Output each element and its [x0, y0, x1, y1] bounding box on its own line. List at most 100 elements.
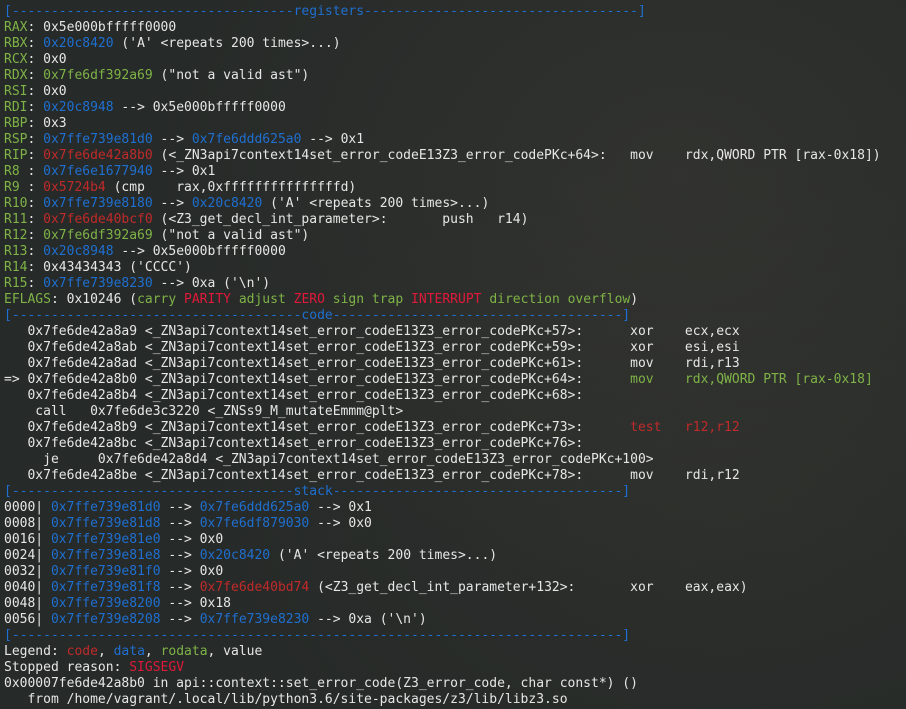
- stack-entry-text: -->: [160, 500, 200, 515]
- register-value-text: ("not a valid ast"): [152, 68, 310, 83]
- stack-entry-text: --> 0x0: [309, 516, 372, 531]
- legend-item: rodata: [160, 644, 208, 659]
- register-name: RCX: [4, 52, 28, 67]
- eflags-name: EFLAGS: [4, 292, 51, 307]
- register-colon: :: [27, 132, 44, 147]
- register-value-address: 0x7fe6e1677940: [43, 164, 153, 179]
- register-row: R11: 0x7fe6de40bcf0 (<Z3_get_decl_int_pa…: [4, 212, 881, 228]
- stack-entry-text: (<Z3_get_decl_int_parameter+132>: xor ea…: [309, 580, 748, 595]
- register-row: RCX: 0x0: [4, 52, 881, 68]
- stack-entry-address: 0x7ffe739e81f0: [50, 564, 161, 579]
- register-colon: :: [27, 148, 44, 163]
- stack-row: 0016| 0x7ffe739e81e0 --> 0x0: [4, 532, 881, 548]
- code-line: 0x7fe6de42a8b4 <_ZN3api7context14set_err…: [4, 388, 881, 404]
- register-value-text: 0x0: [43, 84, 67, 99]
- register-colon: :: [27, 196, 44, 211]
- register-row: RDI: 0x20c8948 --> 0x5e000bfffff0000: [4, 100, 881, 116]
- stack-entry-address: 0x7fe6ddd625a0: [199, 500, 310, 515]
- stack-entry-text: 0008|: [4, 516, 51, 531]
- register-value-text: (<Z3_get_decl_int_parameter>: push r14): [152, 212, 529, 227]
- register-name: RSI: [4, 84, 28, 99]
- eflags-space: [231, 292, 239, 307]
- code-line-text: 0x7fe6de42a8a9 <_ZN3api7context14set_err…: [4, 324, 740, 339]
- register-colon: :: [27, 180, 44, 195]
- register-value-text: 0x5e000bfffff0000: [43, 20, 177, 35]
- register-row: RSI: 0x0: [4, 84, 881, 100]
- stack-entry-text: 0000|: [4, 500, 51, 515]
- flag-clear: adjust: [238, 292, 286, 307]
- footer-separator: [---------------------------------------…: [4, 628, 631, 643]
- stack-entry-text: --> 0xa ('\n'): [309, 612, 427, 627]
- code-line-text: 0x7fe6de42a8be <_ZN3api7context14set_err…: [4, 468, 740, 483]
- register-name: RAX: [4, 20, 28, 35]
- eflags-space: [403, 292, 411, 307]
- code-line: 0x7fe6de42a8b9 <_ZN3api7context14set_err…: [4, 420, 881, 436]
- code-line: call 0x7fe6de3c3220 <_ZNSs9_M_mutateEmmm…: [4, 404, 881, 420]
- code-line: 0x7fe6de42a8be <_ZN3api7context14set_err…: [4, 468, 881, 484]
- register-name: RDX: [4, 68, 28, 83]
- eflags-value: : 0x10246 (: [50, 292, 138, 307]
- register-colon: :: [27, 244, 44, 259]
- register-name: R14: [4, 260, 28, 275]
- stack-row: 0032| 0x7ffe739e81f0 --> 0x0: [4, 564, 881, 580]
- stack-row: 0056| 0x7ffe739e8208 --> 0x7ffe739e8230 …: [4, 612, 881, 628]
- code-line-text: 0x7fe6de42a8bc <_ZN3api7context14set_err…: [4, 436, 584, 451]
- stack-entry-address: 0x7ffe739e8208: [50, 612, 161, 627]
- register-name: R15: [4, 276, 28, 291]
- register-value-address: 0x7fe6de40bcf0: [43, 212, 153, 227]
- register-row: RBX: 0x20c8420 ('A' <repeats 200 times>.…: [4, 36, 881, 52]
- register-colon: :: [27, 20, 44, 35]
- register-value-address: 0x20c8420: [43, 36, 114, 51]
- code-line: 0x7fe6de42a8ab <_ZN3api7context14set_err…: [4, 340, 881, 356]
- register-value-address: 0x5724b4: [43, 180, 106, 195]
- stack-row: 0048| 0x7ffe739e8200 --> 0x18: [4, 596, 881, 612]
- flag-clear: overflow: [567, 292, 631, 307]
- stack-entry-address: 0x7ffe739e8200: [50, 596, 161, 611]
- register-name: R10: [4, 196, 28, 211]
- stack-entry-text: 0056|: [4, 612, 51, 627]
- stack-entry-text: 0016|: [4, 532, 51, 547]
- register-colon: :: [27, 68, 44, 83]
- code-line-text: 0x7fe6de42a8ad <_ZN3api7context14set_err…: [4, 356, 740, 371]
- stack-entry-text: 0024|: [4, 548, 51, 563]
- registers-section: RAX: 0x5e000bfffff0000 RBX: 0x20c8420 ('A…: [4, 20, 881, 292]
- code-section: 0x7fe6de42a8a9 <_ZN3api7context14set_err…: [4, 324, 881, 484]
- terminal[interactable]: [------------------------------------reg…: [4, 4, 881, 708]
- stack-entry-text: -->: [160, 516, 200, 531]
- code-line-text: 0x7fe6de42a8b9 <_ZN3api7context14set_err…: [4, 420, 631, 435]
- register-name: RDI: [4, 100, 28, 115]
- register-row: RIP: 0x7fe6de42a8b0 (<_ZN3api7context14s…: [4, 148, 881, 164]
- code-line: => 0x7fe6de42a8b0 <_ZN3api7context14set_…: [4, 372, 881, 388]
- stack-row: 0008| 0x7ffe739e81d8 --> 0x7fe6df879030 …: [4, 516, 881, 532]
- eflags-close: ): [630, 292, 639, 307]
- stack-entry-address: 0x7ffe739e81e8: [50, 548, 161, 563]
- code-line-text: call 0x7fe6de3c3220 <_ZNSs9_M_mutateEmmm…: [4, 404, 404, 419]
- legend-text: ,: [144, 644, 161, 659]
- register-name: R11: [4, 212, 28, 227]
- stack-entry-text: --> 0x0: [160, 564, 224, 579]
- register-value-text: --> 0x1: [301, 132, 365, 147]
- stop-prefix: Stopped reason:: [4, 660, 130, 675]
- register-value-text: (cmp rax,0xfffffffffffffffd): [105, 180, 357, 195]
- register-name: RBP: [4, 116, 28, 131]
- register-value-text: ('A' <repeats 200 times>...): [262, 196, 490, 211]
- eflags-space: [364, 292, 372, 307]
- frame-line: 0x00007fe6de42a8b0 in api::context::set_…: [4, 676, 638, 691]
- stack-entry-text: 0040|: [4, 580, 51, 595]
- register-value-address: 0x7ffe739e81d0: [43, 132, 153, 147]
- register-name: R8: [4, 164, 28, 179]
- code-line-text: je 0x7fe6de42a8d4 <_ZN3api7context14set_…: [4, 452, 654, 467]
- register-value-address: 0x7fe6de42a8b0: [43, 148, 153, 163]
- flag-clear: trap: [371, 292, 404, 307]
- register-row: RDX: 0x7fe6df392a69 ("not a valid ast"): [4, 68, 881, 84]
- stack-entry-address: 0x7fe6df879030: [199, 516, 310, 531]
- register-colon: :: [27, 100, 44, 115]
- register-row: R9 : 0x5724b4 (cmp rax,0xfffffffffffffff…: [4, 180, 881, 196]
- stack-entry-text: --> 0x0: [160, 532, 224, 547]
- register-value-text: ("not a valid ast"): [152, 228, 310, 243]
- stack-entry-address: 0x7ffe739e81d0: [50, 500, 161, 515]
- eflags-space: [560, 292, 568, 307]
- stop-line: Stopped reason: SIGSEGV: [4, 660, 881, 676]
- register-colon: :: [27, 84, 44, 99]
- register-row: RSP: 0x7ffe739e81d0 --> 0x7fe6ddd625a0 -…: [4, 132, 881, 148]
